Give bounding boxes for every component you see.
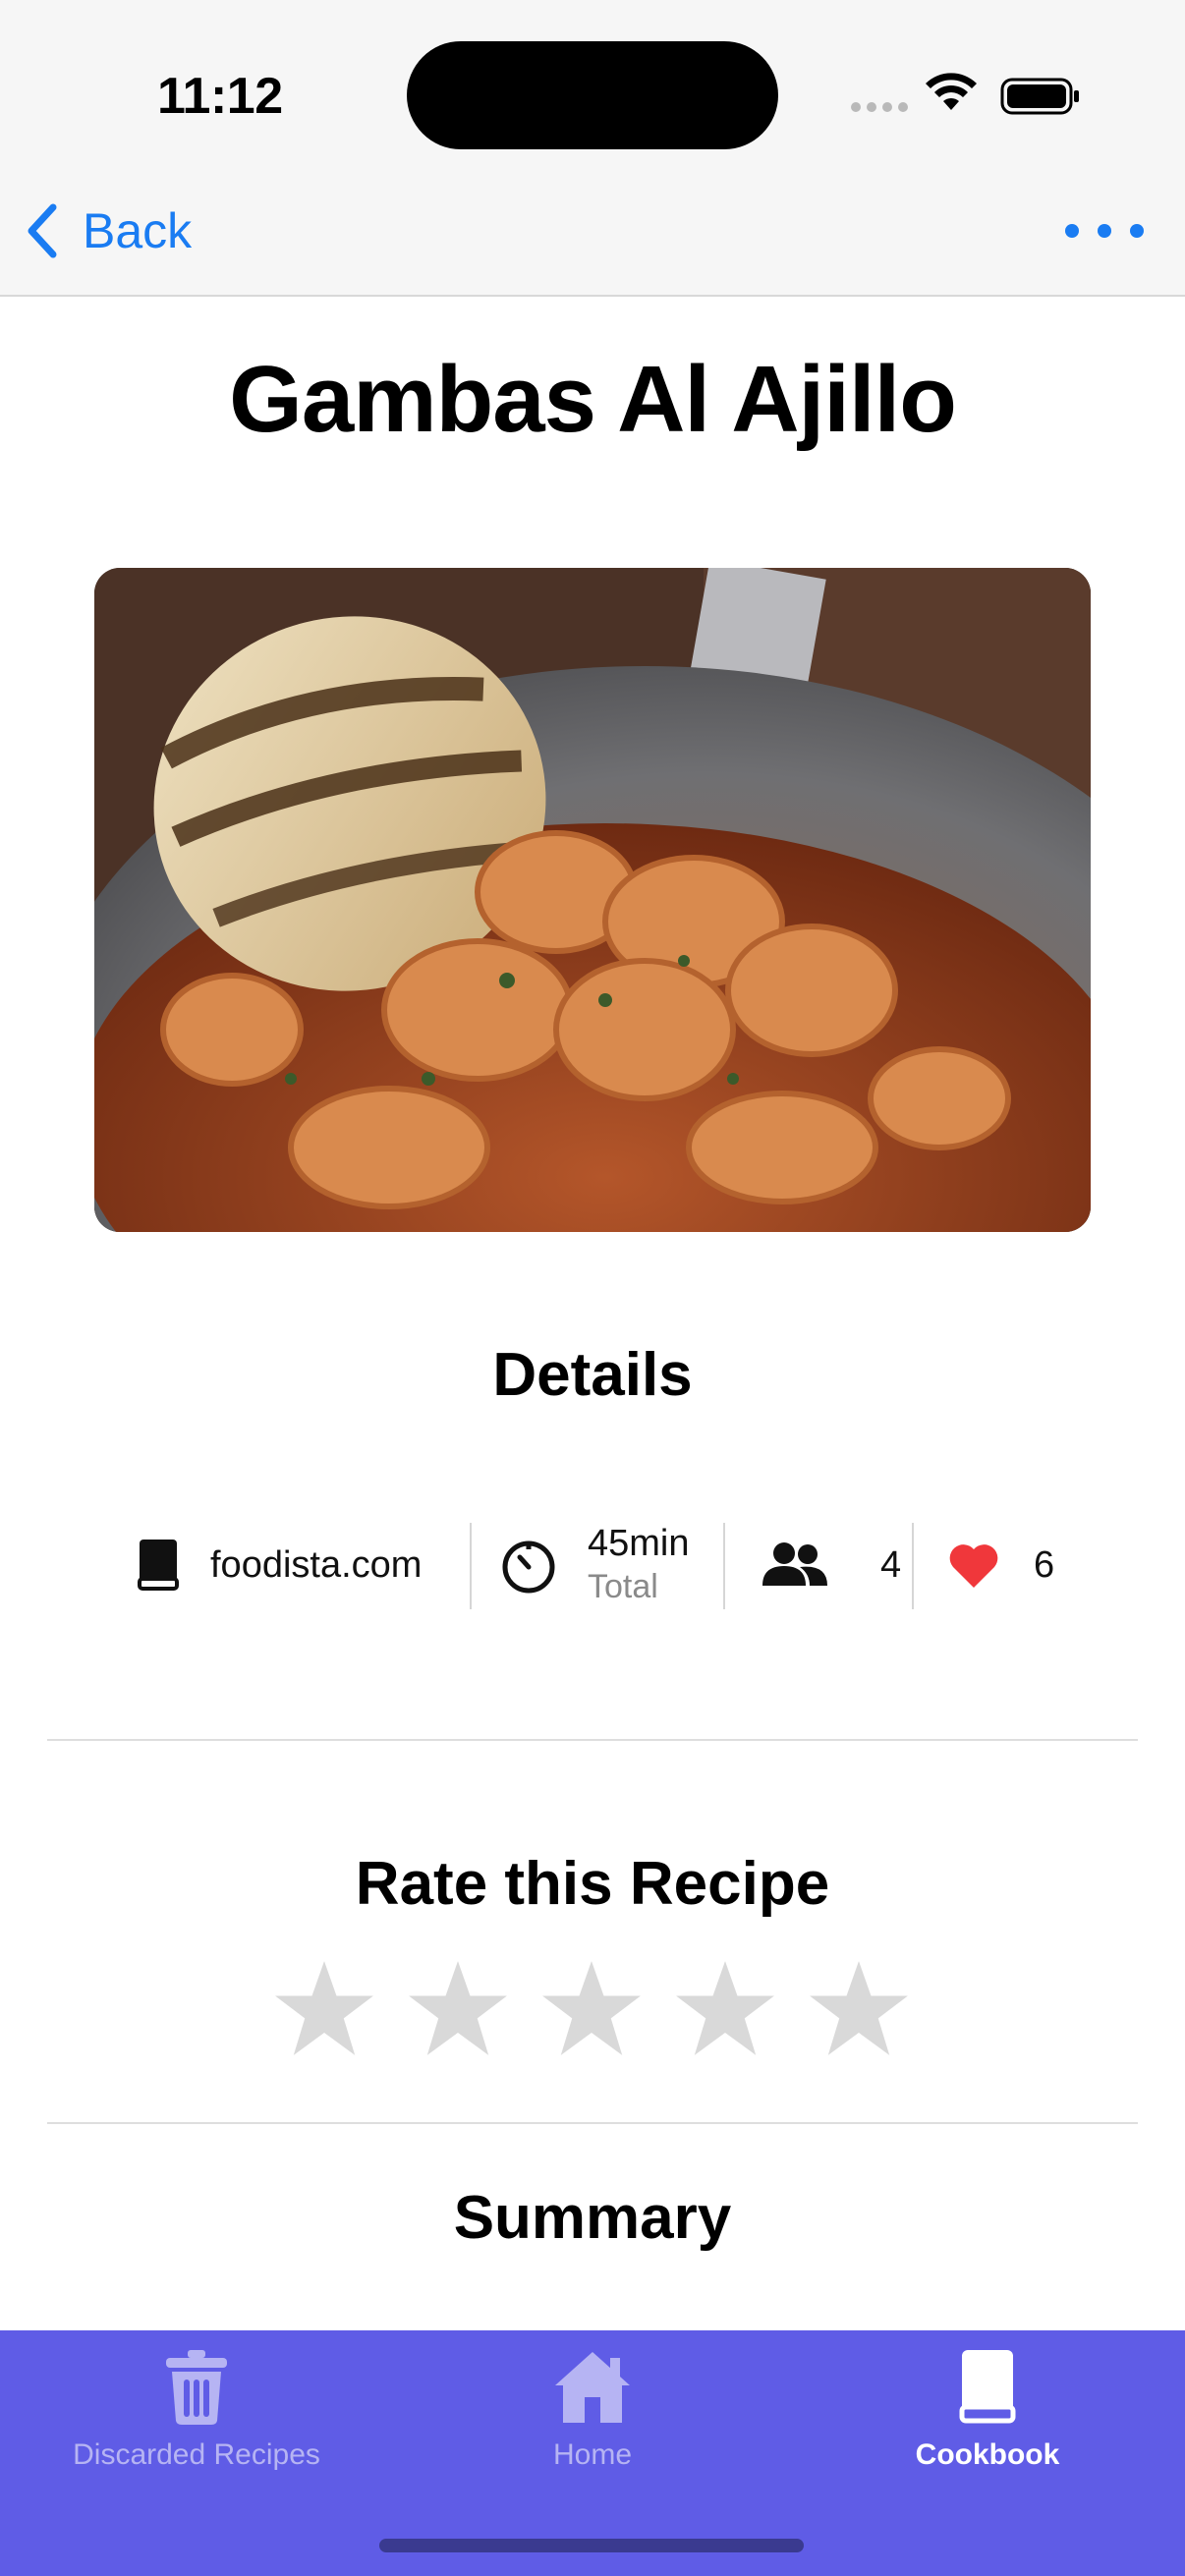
detail-divider — [723, 1523, 725, 1609]
star-3-icon[interactable] — [540, 1957, 643, 2059]
chevron-left-icon — [28, 203, 57, 258]
people-icon — [762, 1542, 827, 1586]
star-1-icon[interactable] — [273, 1957, 375, 2059]
details-row: foodista.com 45min Total 4 6 — [0, 1521, 1185, 1609]
tab-home[interactable]: Home — [491, 2330, 694, 2478]
book-icon — [138, 1540, 179, 1591]
section-divider — [47, 2122, 1138, 2124]
rate-heading: Rate this Recipe — [355, 1850, 830, 1918]
recipe-title: Gambas Al Ajillo — [229, 347, 957, 452]
tab-label: Discarded Recipes — [73, 2438, 320, 2471]
star-2-icon[interactable] — [407, 1957, 509, 2059]
cellular-signal-icon — [851, 102, 908, 112]
source-text: foodista.com — [210, 1543, 423, 1586]
recipe-image — [94, 568, 1091, 1232]
source-detail[interactable]: foodista.com — [134, 1521, 422, 1609]
tab-label: Cookbook — [915, 2438, 1060, 2471]
details-heading: Details — [492, 1341, 693, 1409]
ellipsis-icon — [1065, 224, 1079, 238]
back-button[interactable]: Back — [24, 196, 192, 265]
time-label: Total — [588, 1568, 658, 1605]
more-options-button[interactable] — [1065, 211, 1144, 251]
tab-cookbook[interactable]: Cookbook — [884, 2330, 1091, 2478]
house-icon — [555, 2352, 630, 2423]
servings-value: 4 — [880, 1543, 902, 1586]
tab-discarded-recipes[interactable]: Discarded Recipes — [59, 2330, 334, 2478]
summary-heading: Summary — [453, 2184, 732, 2252]
dynamic-island — [407, 41, 778, 149]
star-5-icon[interactable] — [808, 1957, 910, 2059]
section-divider — [47, 1739, 1138, 1741]
trash-icon — [166, 2350, 227, 2425]
back-button-label: Back — [83, 203, 193, 258]
battery-icon — [1000, 78, 1079, 115]
book-icon — [959, 2350, 1016, 2424]
time-detail: 45min Total — [499, 1521, 690, 1609]
home-indicator — [379, 2539, 804, 2552]
likes-detail[interactable]: 6 — [947, 1521, 1054, 1609]
star-4-icon[interactable] — [674, 1957, 776, 2059]
heart-icon — [949, 1544, 998, 1588]
detail-divider — [470, 1523, 472, 1609]
status-time: 11:12 — [157, 68, 283, 125]
timer-icon — [502, 1540, 555, 1594]
time-value: 45min — [588, 1523, 690, 1564]
likes-value: 6 — [1034, 1543, 1055, 1586]
detail-divider — [912, 1523, 914, 1609]
wifi-icon — [926, 73, 977, 110]
star-rating — [273, 1957, 910, 2059]
tab-label: Home — [552, 2438, 633, 2471]
servings-detail: 4 — [761, 1521, 901, 1609]
